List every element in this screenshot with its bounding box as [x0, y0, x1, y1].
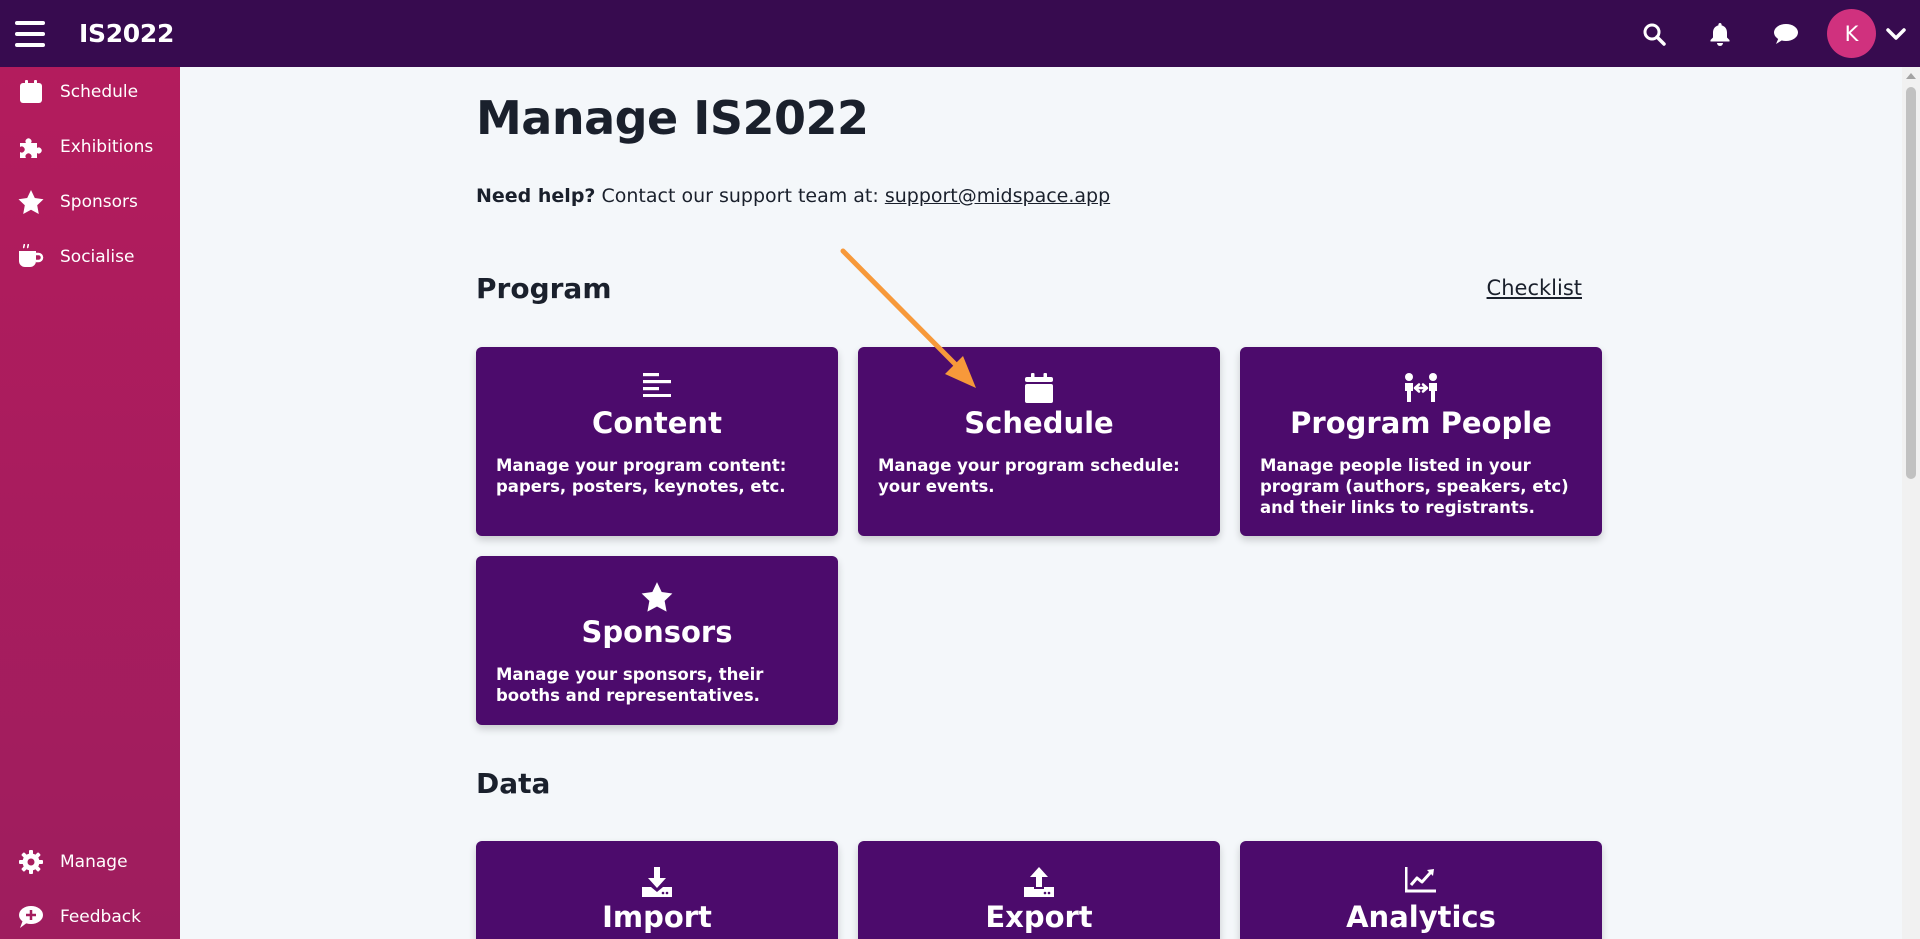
sidebar-item-schedule[interactable]: Schedule: [0, 69, 180, 115]
section-title-data: Data: [476, 767, 551, 800]
scrollbar-thumb[interactable]: [1906, 87, 1916, 479]
chat-bubble-icon[interactable]: [1753, 0, 1819, 67]
card-title: Sponsors: [581, 615, 733, 649]
card-title: Program People: [1290, 406, 1552, 440]
card-export[interactable]: Export: [858, 841, 1220, 939]
help-bold: Need help?: [476, 185, 596, 207]
card-description: Manage your program schedule: your event…: [878, 456, 1180, 496]
sidebar-item-socialise[interactable]: Socialise: [0, 234, 180, 280]
card-title: Import: [602, 900, 712, 934]
card-schedule[interactable]: Schedule Manage your program schedule: y…: [858, 347, 1220, 536]
card-title: Schedule: [964, 406, 1114, 440]
card-analytics[interactable]: Analytics: [1240, 841, 1602, 939]
sidebar-item-label: Manage: [60, 852, 128, 872]
top-bar: IS2022 K: [0, 0, 1920, 67]
help-text: Need help? Contact our support team at: …: [476, 185, 1110, 207]
hamburger-menu-icon[interactable]: [15, 20, 45, 47]
scrollbar[interactable]: [1902, 67, 1920, 939]
card-title: Content: [592, 406, 722, 440]
sidebar-item-label: Sponsors: [60, 192, 138, 212]
sidebar-item-manage[interactable]: Manage: [0, 839, 180, 885]
list-lines-icon: [476, 373, 838, 397]
calendar-icon: [16, 80, 46, 104]
star-icon: [16, 189, 46, 215]
card-import[interactable]: Import: [476, 841, 838, 939]
sidebar: Schedule Exhibitions Sponsors Socialise …: [0, 67, 180, 939]
main-content: Manage IS2022 Need help? Contact our sup…: [180, 67, 1902, 939]
section-title-program: Program: [476, 272, 612, 305]
checklist-link[interactable]: Checklist: [1487, 276, 1582, 300]
upload-icon: [858, 867, 1220, 897]
avatar[interactable]: K: [1827, 9, 1876, 58]
card-sponsors[interactable]: Sponsors Manage your sponsors, their boo…: [476, 556, 838, 725]
card-description: Manage people listed in your program (au…: [1260, 456, 1569, 517]
calendar-icon: [858, 373, 1220, 403]
search-icon[interactable]: [1621, 0, 1687, 67]
puzzle-icon: [16, 135, 46, 159]
scroll-up-arrow-icon[interactable]: [1906, 73, 1916, 79]
download-icon: [476, 867, 838, 897]
sidebar-item-label: Exhibitions: [60, 137, 154, 157]
chevron-down-icon[interactable]: [1876, 0, 1916, 67]
coffee-icon: [16, 244, 46, 270]
bell-icon[interactable]: [1687, 0, 1753, 67]
gear-icon: [16, 850, 46, 874]
card-content[interactable]: Content Manage your program content: pap…: [476, 347, 838, 536]
card-title: Export: [985, 900, 1093, 934]
sidebar-item-feedback[interactable]: Feedback: [0, 894, 180, 939]
app-title[interactable]: IS2022: [79, 19, 174, 48]
sidebar-item-sponsors[interactable]: Sponsors: [0, 179, 180, 225]
feedback-icon: [16, 905, 46, 929]
star-icon: [476, 582, 838, 613]
card-description: Manage your sponsors, their booths and r…: [496, 665, 764, 705]
sidebar-item-exhibitions[interactable]: Exhibitions: [0, 124, 180, 170]
people-arrows-icon: [1240, 373, 1602, 403]
card-description: Manage your program content: papers, pos…: [496, 456, 787, 496]
card-program-people[interactable]: Program People Manage people listed in y…: [1240, 347, 1602, 536]
card-title: Analytics: [1346, 900, 1496, 934]
sidebar-item-label: Feedback: [60, 907, 141, 927]
support-email-link[interactable]: support@midspace.app: [885, 185, 1110, 207]
help-body: Contact our support team at:: [595, 185, 885, 207]
page-title: Manage IS2022: [476, 91, 869, 145]
sidebar-item-label: Socialise: [60, 247, 135, 267]
top-actions: K: [1621, 0, 1920, 67]
sidebar-item-label: Schedule: [60, 82, 139, 102]
chart-line-icon: [1240, 867, 1602, 893]
